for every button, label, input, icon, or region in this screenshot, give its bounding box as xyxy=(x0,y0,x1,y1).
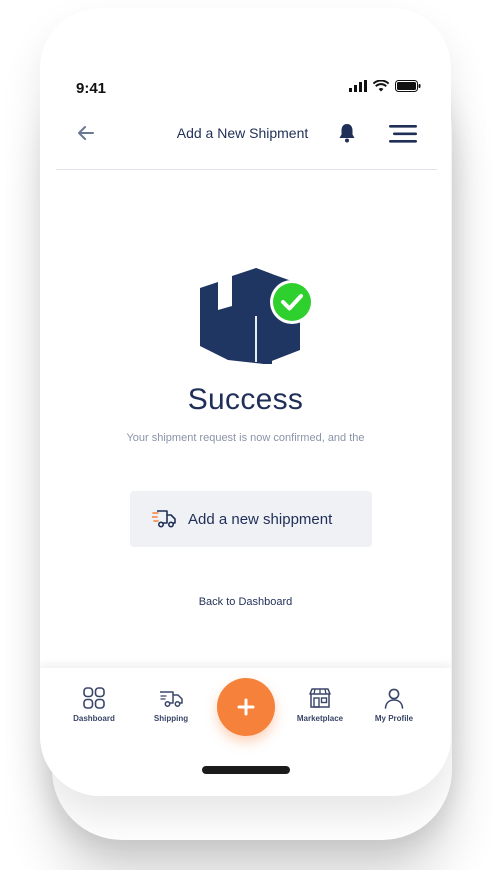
battery-icon xyxy=(395,80,421,92)
store-icon xyxy=(309,688,331,708)
header-divider xyxy=(56,169,437,170)
success-title: Success xyxy=(187,383,304,416)
truck-icon xyxy=(160,691,183,707)
home-indicator[interactable] xyxy=(202,766,290,774)
success-message: Your shipment request is now confirmed, … xyxy=(126,432,365,444)
user-icon xyxy=(384,688,404,709)
nav-item-dashboard[interactable]: Dashboard xyxy=(54,686,134,723)
delivery-truck-icon xyxy=(152,510,176,528)
wifi-icon xyxy=(373,80,389,92)
phone-screen: 9:41 Add a New Shipment Success Your shi… xyxy=(40,8,451,796)
add-new-shipment-label: Add a new shippment xyxy=(188,510,333,528)
menu-button[interactable] xyxy=(389,124,419,144)
package-success-illustration xyxy=(198,266,316,376)
back-to-dashboard-link[interactable]: Back to Dashboard xyxy=(40,596,451,608)
bottom-navigation: Dashboard Shipping Marketplace My Profil… xyxy=(40,668,451,796)
status-time: 9:41 xyxy=(76,80,107,97)
nav-label-dashboard: Dashboard xyxy=(73,714,115,723)
plus-icon xyxy=(237,698,255,716)
hamburger-menu-icon xyxy=(389,125,417,143)
signal-icon xyxy=(349,80,367,92)
nav-label-shipping: Shipping xyxy=(153,714,189,723)
bell-icon xyxy=(339,124,355,143)
status-icons xyxy=(349,80,421,92)
add-fab-button[interactable] xyxy=(217,678,275,736)
package-box-icon xyxy=(200,268,314,364)
nav-label-my-profile: My Profile xyxy=(374,714,414,723)
notifications-button[interactable] xyxy=(336,122,358,144)
nav-item-shipping[interactable]: Shipping xyxy=(131,686,211,723)
nav-item-marketplace[interactable]: Marketplace xyxy=(280,686,360,723)
nav-label-marketplace: Marketplace xyxy=(296,714,344,723)
nav-item-my-profile[interactable]: My Profile xyxy=(354,686,434,723)
add-new-shipment-button[interactable]: Add a new shippment xyxy=(130,491,372,547)
grid-icon xyxy=(83,687,105,709)
